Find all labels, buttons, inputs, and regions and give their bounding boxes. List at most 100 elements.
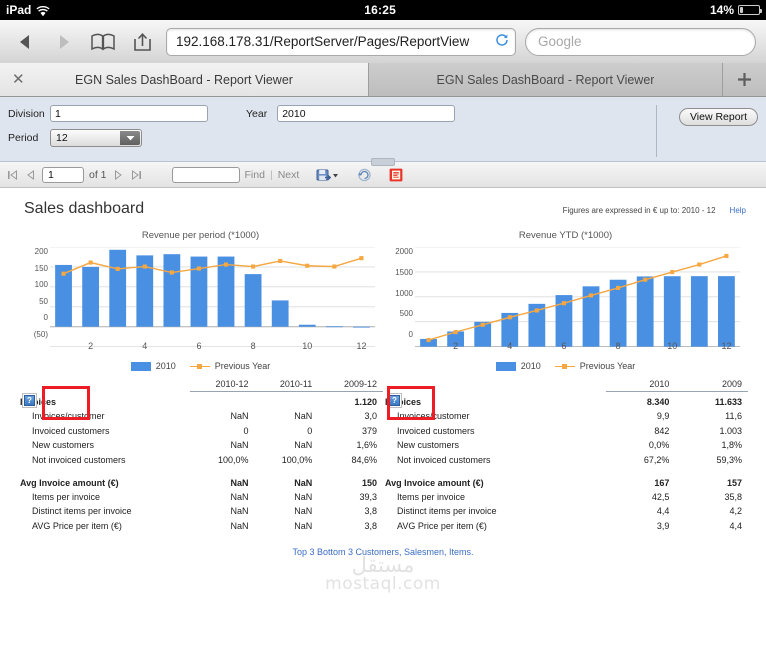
column-header: 2010-12: [189, 379, 255, 392]
reload-icon[interactable]: [495, 33, 509, 50]
table-cell: 3,9: [656, 520, 670, 531]
chevron-down-icon[interactable]: [120, 131, 140, 145]
legend-label: Previous Year: [579, 361, 636, 371]
table-cell: NaN: [294, 440, 313, 451]
x-tick-label: 4: [507, 341, 513, 351]
top-bottom-link[interactable]: Top 3 Bottom 3 Customers, Salesmen, Item…: [0, 547, 766, 557]
column-header: 2010: [605, 379, 676, 392]
report-header: Sales dashboard Figures are expressed in…: [0, 188, 766, 218]
table-row: Avg Invoice amount (€) NaN NaN 150: [18, 473, 383, 490]
find-next-label[interactable]: Next: [278, 169, 300, 181]
row-label: Not invoiced customers: [397, 454, 491, 465]
table-row: Invoices 1.120: [18, 392, 383, 410]
back-button[interactable]: [10, 28, 40, 56]
table-row: New customers 0,0% 1,8%: [383, 438, 748, 452]
kpi-table-monthly: 2010-12 2010-11 2009-12 Invoices 1.120 Invoic…: [18, 379, 383, 533]
table-row: AVG Price per item (€) NaN NaN 3,8: [18, 519, 383, 533]
browser-toolbar: 192.168.178.31/ReportServer/Pages/Report…: [0, 20, 766, 64]
legend-item-line: Previous Year: [554, 361, 636, 371]
x-tick-label: 10: [302, 341, 313, 351]
chart-legend: 2010 Previous Year: [383, 361, 748, 371]
view-report-container: View Report: [655, 105, 758, 157]
find-label[interactable]: Find: [245, 169, 265, 181]
division-input[interactable]: 1: [50, 105, 208, 122]
refresh-icon[interactable]: [357, 168, 372, 182]
table-row: Items per invoice 42,5 35,8: [383, 490, 748, 504]
table-cell: 100,0%: [217, 454, 249, 465]
y-tick-label: 1500: [395, 267, 413, 277]
charts-row: Revenue per period (*1000) 200 150 100 50 0(…: [0, 218, 766, 371]
export-save-icon[interactable]: [316, 168, 340, 182]
search-input[interactable]: Google: [525, 27, 756, 56]
table-cell: 9,9: [656, 411, 670, 422]
table-cell: 11,6: [725, 411, 742, 422]
page-title: Sales dashboard: [24, 200, 145, 217]
plus-icon: [738, 73, 751, 86]
table-cell: 842: [654, 425, 670, 436]
table-cell: 3,8: [364, 506, 377, 517]
find-input[interactable]: [171, 166, 240, 183]
tab-1[interactable]: EGN Sales DashBoard - Report Viewer: [369, 63, 723, 96]
print-report-icon[interactable]: [389, 168, 403, 182]
kpi-table-yearly: 2010 2009 Invoices 8.340 11.633 Invoices/cust…: [383, 379, 748, 533]
watermark: مستقل mostaql.com: [325, 554, 441, 594]
address-bar[interactable]: 192.168.178.31/ReportServer/Pages/Report…: [166, 27, 516, 56]
table-row: Invoices/customer NaN NaN 3,0: [18, 409, 383, 423]
table-cell: NaN: [294, 411, 313, 422]
share-button[interactable]: [127, 28, 157, 56]
report-content: Sales dashboard Figures are expressed in…: [0, 188, 766, 608]
row-label: Avg Invoice amount (€): [385, 477, 484, 488]
row-label: Invoices: [20, 396, 57, 407]
y-tick-label: 50: [39, 296, 48, 306]
table-cell: NaN: [230, 440, 249, 451]
table-cell: 4,2: [729, 506, 742, 517]
help-link[interactable]: Help: [730, 206, 746, 215]
division-label: Division: [8, 107, 45, 120]
share-icon: [134, 32, 151, 51]
y-tick-label: 100: [34, 280, 48, 290]
chart-revenue-ytd: Revenue YTD (*1000) 2000 1500 1000 500 0 2 4 6…: [383, 230, 748, 371]
page-number-input[interactable]: 1: [42, 166, 84, 183]
row-label: Invoices/customer: [32, 411, 105, 422]
table-row: Invoices/customer 9,9 11,6: [383, 409, 748, 423]
period-select[interactable]: 12: [50, 129, 142, 147]
table-cell: 157: [726, 477, 742, 488]
table-cell: 67,2%: [643, 454, 670, 465]
row-label: Not invoiced customers: [32, 454, 126, 465]
tables-row: 2010-12 2010-11 2009-12 Invoices 1.120 Invoic…: [0, 371, 766, 533]
toolbar-separator: |: [269, 168, 273, 181]
first-page-icon[interactable]: [6, 169, 19, 180]
legend-item-bar: 2010: [495, 361, 541, 371]
close-icon[interactable]: ✕: [12, 72, 25, 87]
row-label: New customers: [32, 440, 95, 451]
legend-label: Previous Year: [214, 361, 271, 371]
last-page-icon[interactable]: [130, 169, 143, 180]
broken-image-icon[interactable]: ?: [22, 393, 37, 408]
x-tick-label: 8: [250, 341, 256, 351]
y-axis-labels: 2000 1500 1000 500 0: [383, 247, 413, 339]
column-header-label: [383, 379, 606, 392]
prev-page-icon[interactable]: [24, 169, 37, 180]
view-report-button[interactable]: View Report: [678, 108, 758, 126]
broken-image-icon[interactable]: ?: [387, 393, 402, 408]
table-cell: 167: [654, 477, 670, 488]
bookmarks-button[interactable]: [88, 28, 118, 56]
table-cell: 3,0: [364, 411, 377, 422]
row-label: Avg Invoice amount (€): [20, 477, 119, 488]
table-header-row: 2010-12 2010-11 2009-12: [18, 379, 383, 392]
wifi-icon: [36, 5, 50, 17]
table-cell: 11.633: [714, 397, 742, 407]
x-tick-label: 6: [561, 341, 567, 351]
new-tab-button[interactable]: [723, 63, 766, 96]
y-tick-label: 500: [399, 309, 413, 319]
tab-0[interactable]: ✕ EGN Sales DashBoard - Report Viewer: [0, 63, 369, 96]
year-input[interactable]: 2010: [277, 105, 456, 122]
next-page-icon[interactable]: [112, 169, 125, 180]
forward-button[interactable]: [49, 28, 79, 56]
row-label: Items per invoice: [32, 492, 101, 503]
table-cell: 379: [361, 425, 377, 436]
legend-swatch: [130, 361, 151, 371]
table-cell: 3,8: [364, 520, 377, 531]
page-of-label: of 1: [89, 168, 107, 181]
panel-resize-handle[interactable]: [371, 158, 395, 166]
